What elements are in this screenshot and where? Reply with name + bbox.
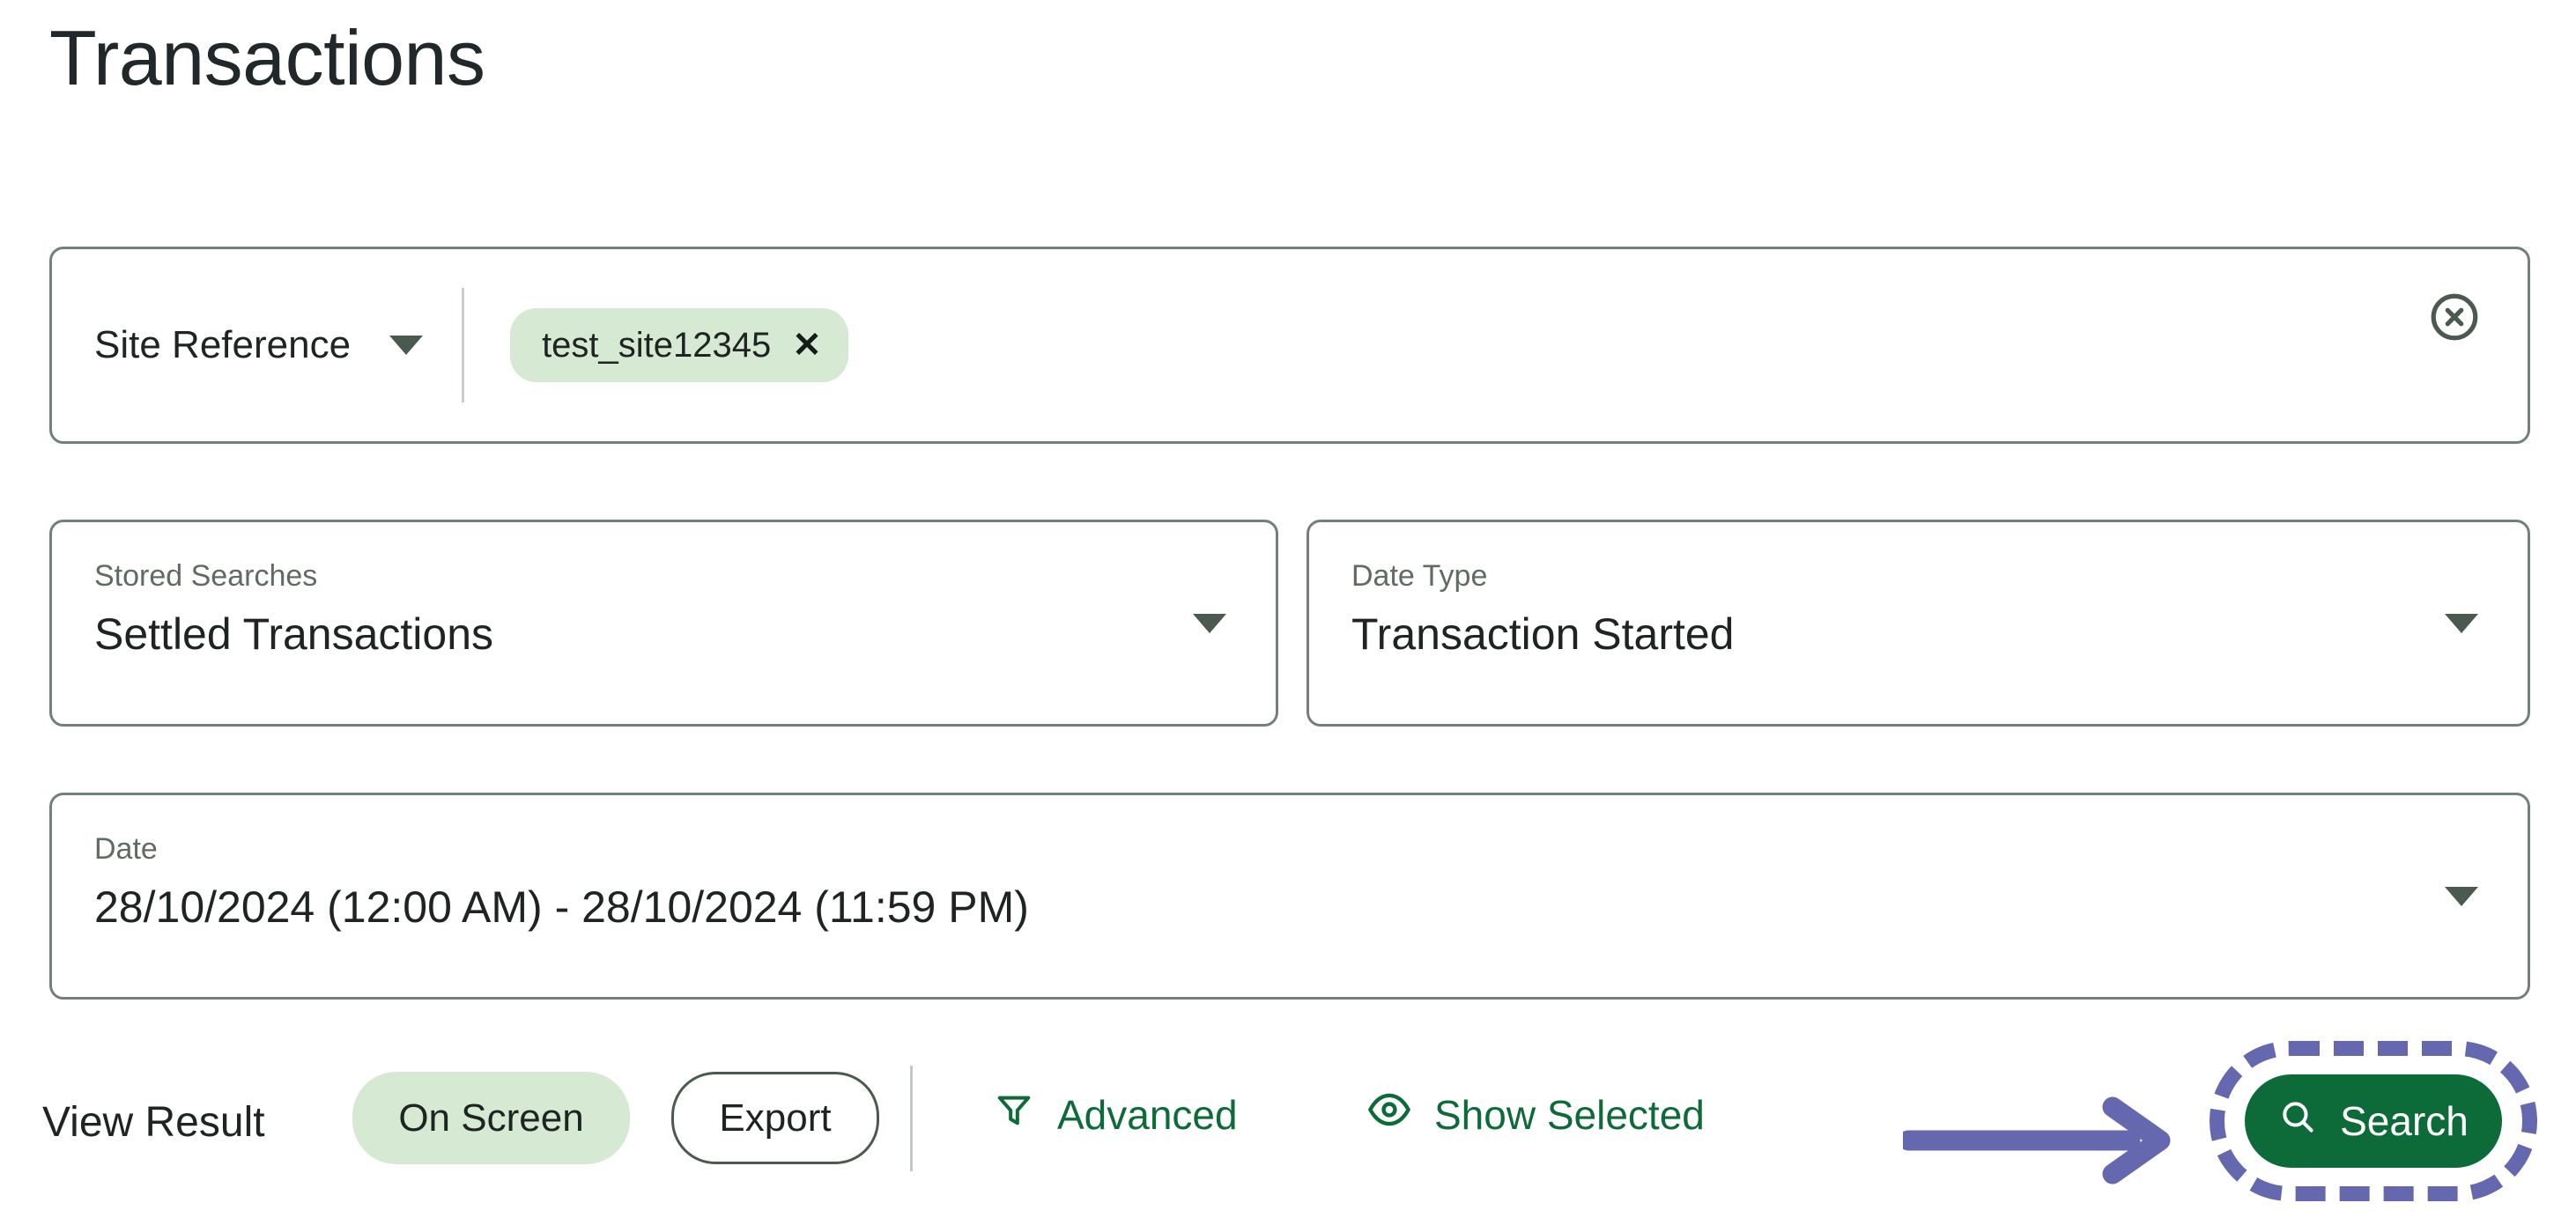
show-selected-label: Show Selected bbox=[1434, 1091, 1705, 1139]
on-screen-label: On Screen bbox=[398, 1096, 583, 1140]
date-label: Date bbox=[94, 832, 158, 867]
site-reference-chip[interactable]: test_site12345 ✕ bbox=[510, 308, 848, 382]
date-type-select[interactable]: Date Type Transaction Started bbox=[1307, 520, 2530, 727]
date-type-value: Transaction Started bbox=[1351, 609, 1734, 660]
search-label: Search bbox=[2340, 1097, 2469, 1145]
chevron-down-icon[interactable] bbox=[2445, 614, 2478, 633]
eye-icon bbox=[1367, 1089, 1411, 1140]
site-reference-chip-label: test_site12345 bbox=[542, 326, 771, 365]
vertical-divider bbox=[462, 288, 464, 402]
search-button[interactable]: Search bbox=[2245, 1074, 2502, 1168]
export-label: Export bbox=[719, 1096, 831, 1140]
advanced-label: Advanced bbox=[1057, 1091, 1238, 1139]
export-button[interactable]: Export bbox=[671, 1072, 879, 1164]
search-icon bbox=[2278, 1097, 2317, 1146]
filter-funnel-icon bbox=[994, 1089, 1034, 1140]
arrow-right-icon bbox=[1903, 1096, 2194, 1184]
date-type-label: Date Type bbox=[1351, 559, 1487, 594]
date-value: 28/10/2024 (12:00 AM) - 28/10/2024 (11:5… bbox=[94, 882, 1029, 933]
circle-close-icon[interactable] bbox=[2427, 290, 2482, 344]
chevron-down-icon[interactable] bbox=[389, 336, 423, 355]
stored-searches-value: Settled Transactions bbox=[94, 609, 493, 660]
close-icon[interactable]: ✕ bbox=[792, 328, 822, 363]
site-reference-label: Site Reference bbox=[94, 323, 351, 367]
toolbar-divider bbox=[910, 1066, 913, 1171]
advanced-button[interactable]: Advanced bbox=[994, 1089, 1238, 1140]
site-reference-selector[interactable]: Site Reference test_site12345 ✕ bbox=[94, 249, 848, 441]
stored-searches-label: Stored Searches bbox=[94, 559, 317, 594]
chevron-down-icon[interactable] bbox=[1193, 614, 1226, 633]
on-screen-button[interactable]: On Screen bbox=[352, 1072, 630, 1164]
show-selected-button[interactable]: Show Selected bbox=[1367, 1089, 1705, 1140]
stored-searches-select[interactable]: Stored Searches Settled Transactions bbox=[49, 520, 1278, 727]
page-title: Transactions bbox=[49, 16, 485, 101]
view-result-label: View Result bbox=[42, 1098, 265, 1147]
site-reference-filter-bar: Site Reference test_site12345 ✕ bbox=[49, 247, 2530, 444]
date-range-select[interactable]: Date 28/10/2024 (12:00 AM) - 28/10/2024 … bbox=[49, 793, 2530, 1000]
chevron-down-icon[interactable] bbox=[2445, 887, 2478, 906]
